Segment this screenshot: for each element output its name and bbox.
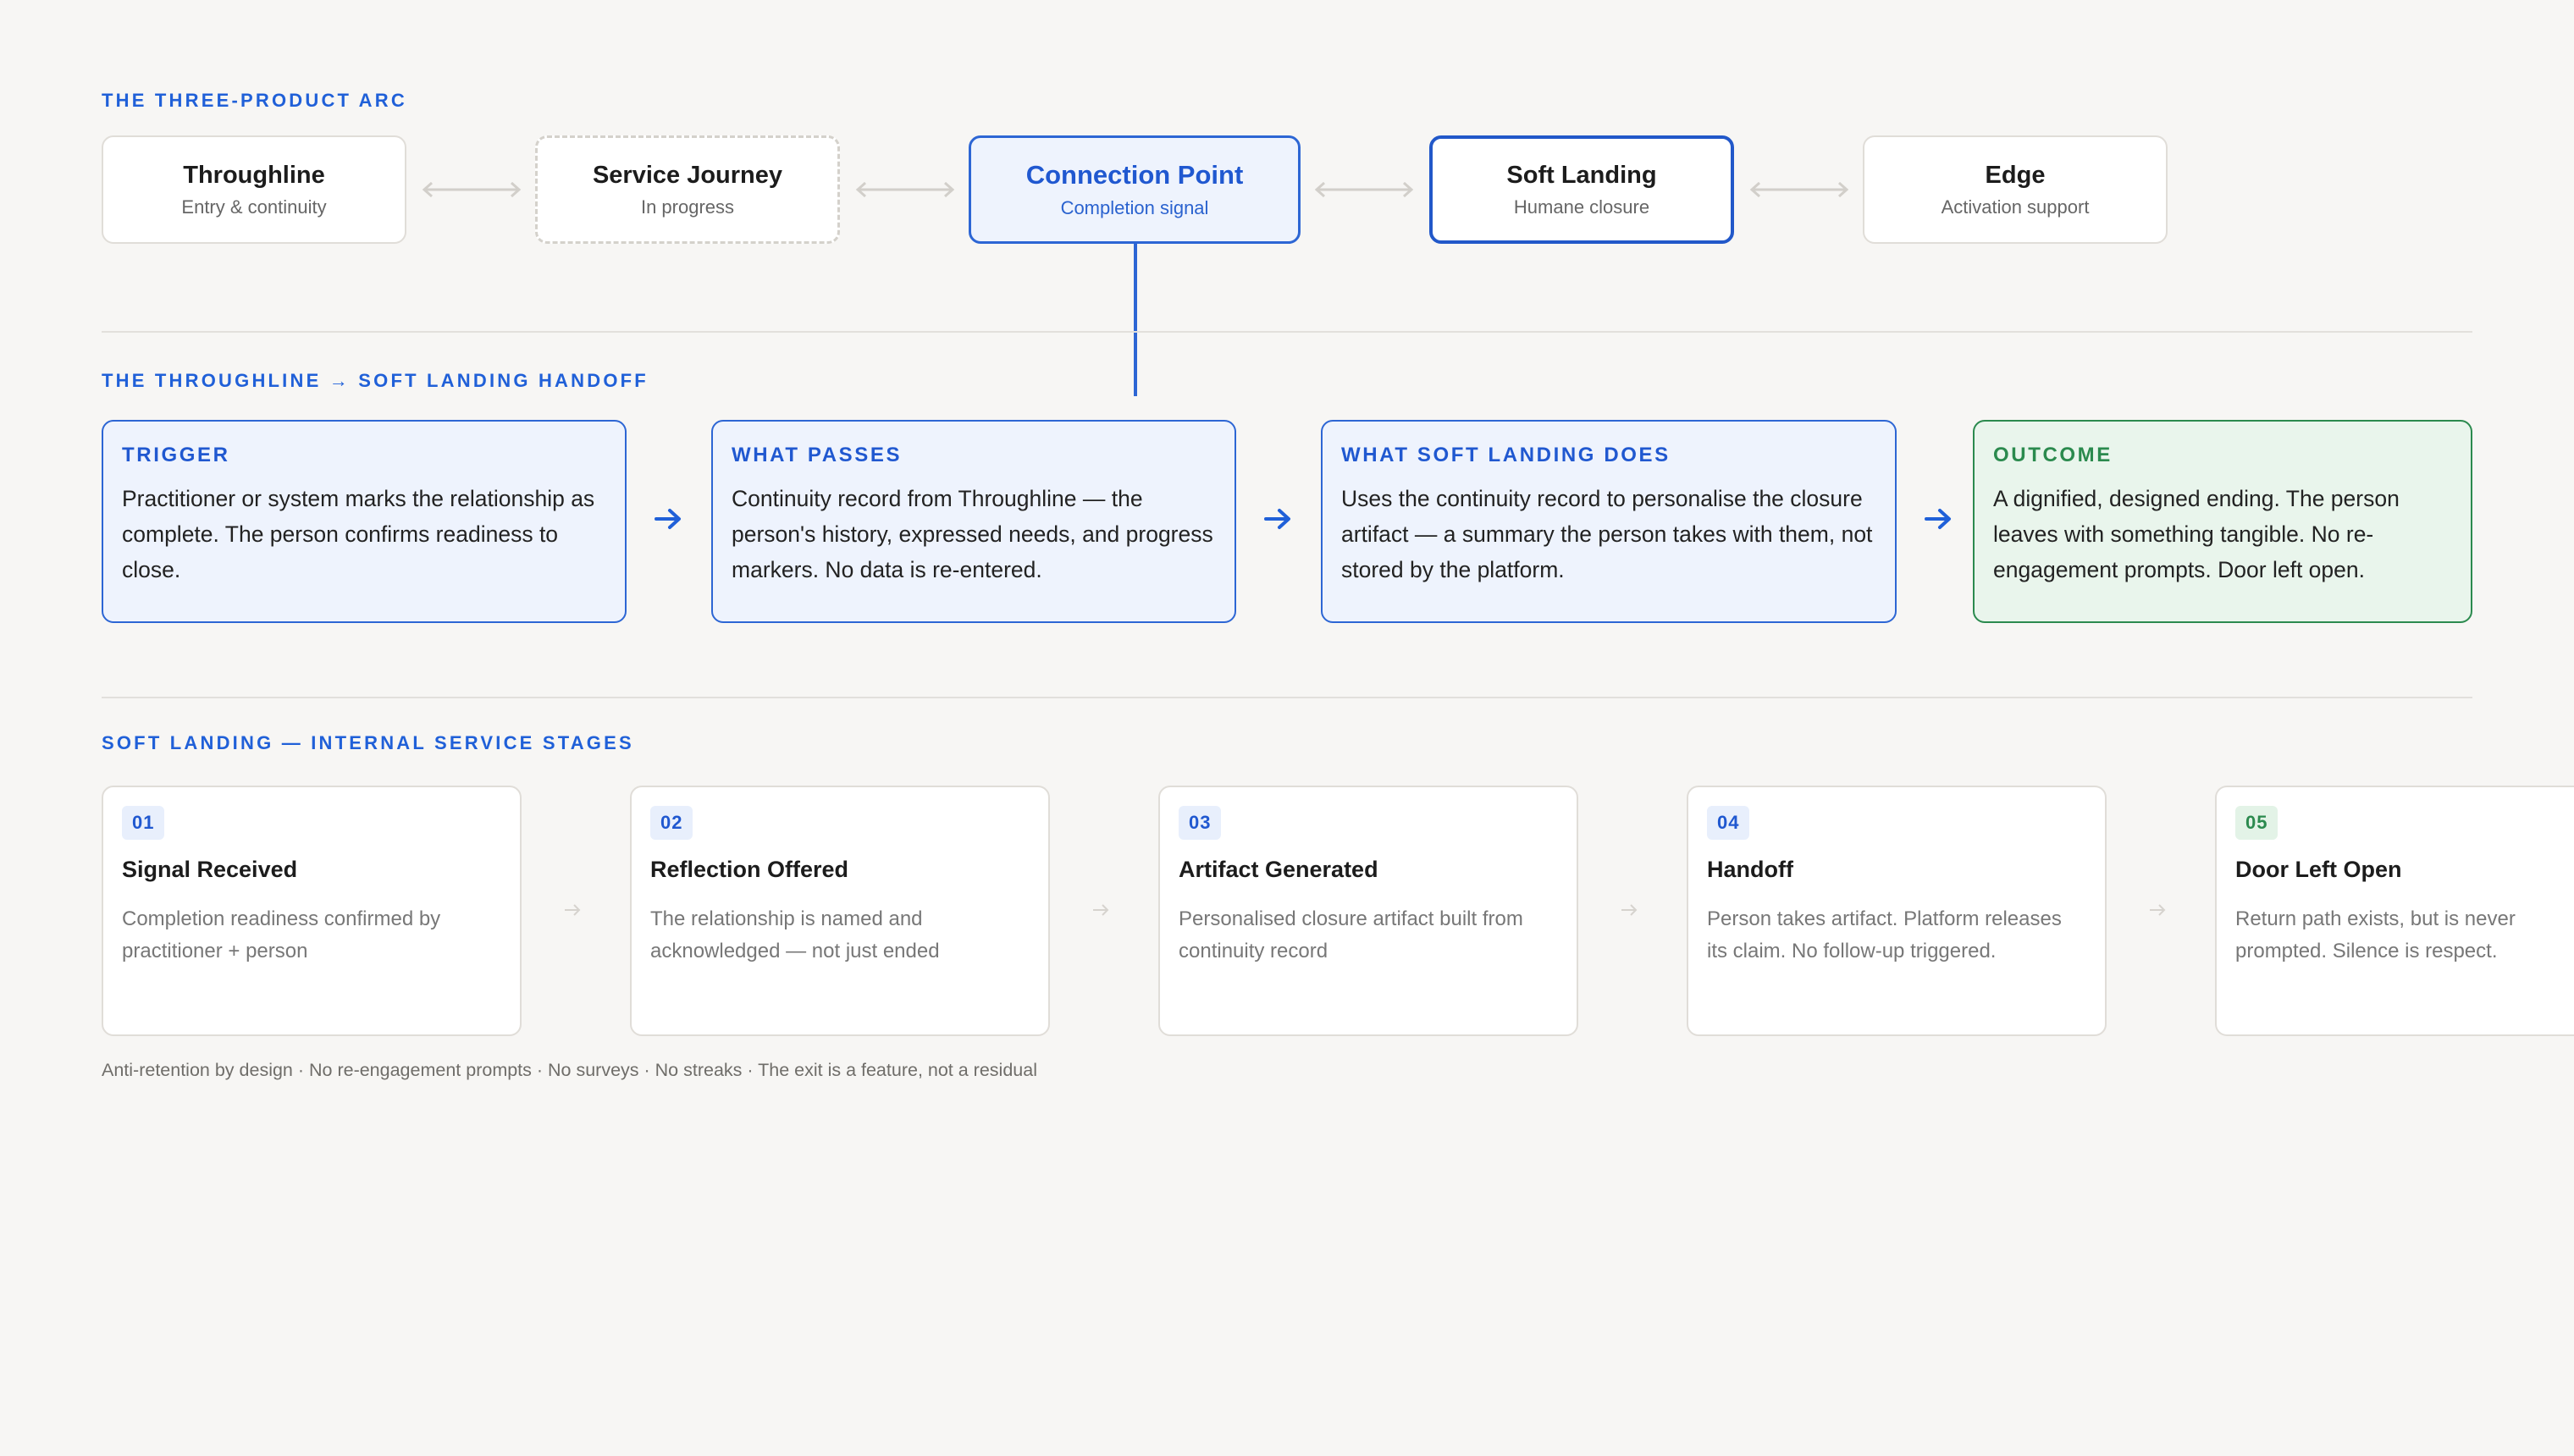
arrow-right-icon: [1925, 509, 1951, 529]
stage-card-handoff: 04 Handoff Person takes artifact. Platfo…: [1687, 786, 2107, 1036]
double-arrow-icon: [855, 181, 955, 198]
arc-section-label: THE THREE-PRODUCT ARC: [102, 90, 407, 111]
stage-card-signal-received: 01 Signal Received Completion readiness …: [102, 786, 522, 1036]
stage-card-reflection-offered: 02 Reflection Offered The relationship i…: [630, 786, 1050, 1036]
stage-title: Reflection Offered: [650, 857, 849, 882]
handoff-step-label: TRIGGER: [122, 444, 230, 466]
arrow-right-icon: [565, 904, 581, 916]
arc-node-subtitle: In progress: [640, 196, 735, 218]
stage-card-artifact-generated: 03 Artifact Generated Personalised closu…: [1158, 786, 1578, 1036]
stage-number-badge: 05: [2235, 806, 2278, 840]
stage-description: Completion readiness confirmed by practi…: [122, 907, 441, 962]
handoff-step-label: WHAT PASSES: [732, 444, 903, 466]
stage-description: Person takes artifact. Platform releases…: [1707, 907, 2062, 962]
stage-description: The relationship is named and acknowledg…: [650, 907, 940, 962]
arc-node-subtitle: Entry & continuity: [181, 196, 327, 218]
handoff-step-what-passes: WHAT PASSES Continuity record from Throu…: [711, 420, 1236, 623]
double-arrow-icon: [1749, 181, 1849, 198]
double-arrow-icon: [422, 181, 522, 198]
arc-node-connection-point[interactable]: Connection Point Completion signal: [969, 135, 1301, 244]
handoff-step-text: Uses the continuity record to personalis…: [1341, 486, 1873, 582]
arc-node-subtitle: Humane closure: [1513, 196, 1650, 218]
stage-title: Handoff: [1707, 857, 1793, 882]
handoff-step-trigger: TRIGGER Practitioner or system marks the…: [102, 420, 627, 623]
stage-description: Return path exists, but is never prompte…: [2235, 907, 2516, 962]
double-arrow-icon: [1314, 181, 1414, 198]
arrow-right-icon: [1093, 904, 1109, 916]
stage-number-badge: 04: [1707, 806, 1750, 840]
arc-node-title: Edge: [1985, 161, 2046, 189]
handoff-section-label: THE THROUGHLINE → SOFT LANDING HANDOFF: [102, 370, 649, 391]
handoff-step-label: OUTCOME: [1993, 444, 2113, 466]
footnote: Anti-retention by design · No re-engagem…: [102, 1060, 1037, 1080]
handoff-step-text: Continuity record from Throughline — the…: [732, 486, 1213, 582]
handoff-step-text: A dignified, designed ending. The person…: [1993, 486, 2400, 582]
handoff-step-outcome: OUTCOME A dignified, designed ending. Th…: [1973, 420, 2472, 623]
arc-node-title: Service Journey: [592, 161, 783, 189]
stage-title: Signal Received: [122, 857, 298, 882]
arc-node-title: Throughline: [183, 161, 325, 189]
arc-node-title: Soft Landing: [1506, 161, 1657, 189]
section-divider: [102, 697, 2472, 698]
stage-number-badge: 02: [650, 806, 693, 840]
stage-title: Artifact Generated: [1179, 857, 1378, 882]
stages-section-label: SOFT LANDING — INTERNAL SERVICE STAGES: [102, 732, 634, 753]
arc-node-service-journey[interactable]: Service Journey In progress: [535, 135, 840, 244]
section-divider: [102, 331, 2472, 333]
arrow-right-icon: [1621, 904, 1638, 916]
arc-node-subtitle: Activation support: [1941, 196, 2090, 218]
arc-node-subtitle: Completion signal: [1060, 197, 1209, 218]
handoff-step-label: WHAT SOFT LANDING DOES: [1341, 444, 1671, 466]
stage-number-badge: 03: [1179, 806, 1222, 840]
stage-card-door-left-open: 05 Door Left Open Return path exists, bu…: [2215, 786, 2574, 1036]
stage-number-badge: 01: [122, 806, 165, 840]
arc-node-edge[interactable]: Edge Activation support: [1863, 135, 2168, 244]
stage-description: Personalised closure artifact built from…: [1179, 907, 1523, 962]
arc-node-title: Connection Point: [1025, 160, 1244, 190]
handoff-step-what-soft-landing-does: WHAT SOFT LANDING DOES Uses the continui…: [1321, 420, 1897, 623]
handoff-step-text: Practitioner or system marks the relatio…: [122, 486, 595, 582]
arrow-right-icon: [1264, 509, 1290, 529]
arc-node-throughline[interactable]: Throughline Entry & continuity: [102, 135, 406, 244]
stage-title: Door Left Open: [2235, 857, 2402, 882]
connection-point-link-line: [1134, 244, 1137, 396]
arrow-right-icon: [2150, 904, 2166, 916]
arc-node-soft-landing[interactable]: Soft Landing Humane closure: [1429, 135, 1734, 244]
arrow-right-icon: [655, 509, 681, 529]
